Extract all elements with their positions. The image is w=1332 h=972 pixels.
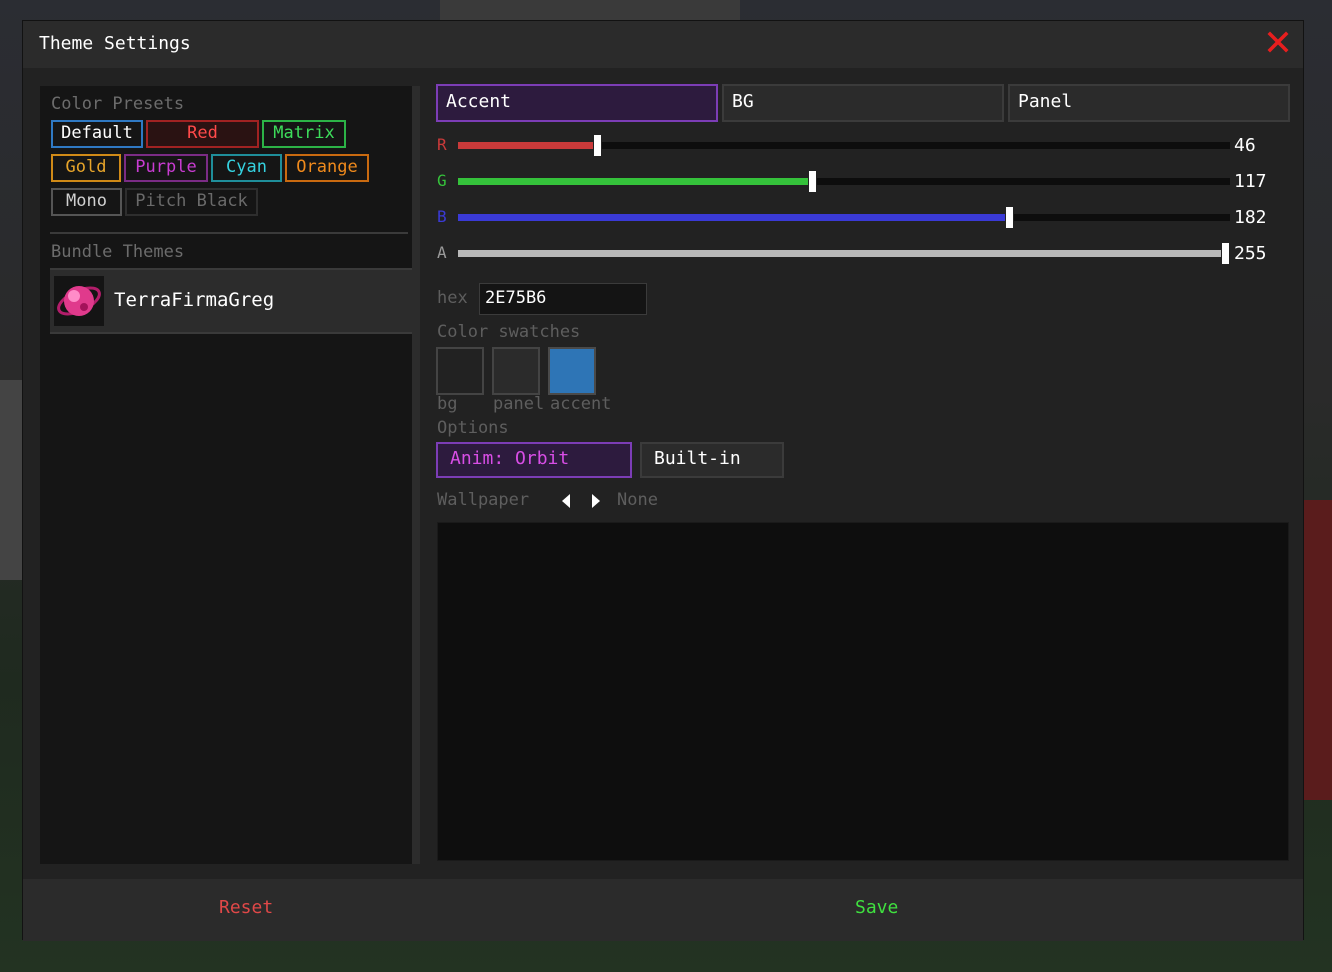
preset-pitch-black-button[interactable]: Pitch Black	[125, 188, 258, 216]
preset-matrix-button[interactable]: Matrix	[262, 120, 346, 148]
preset-orange-button[interactable]: Orange	[285, 154, 369, 182]
swatch-accent-label: accent	[550, 394, 612, 414]
bundle-themes-label: Bundle Themes	[51, 242, 185, 262]
preset-cyan-button[interactable]: Cyan	[211, 154, 282, 182]
slider-a-fill	[458, 250, 1230, 257]
slider-g-label: G	[437, 171, 447, 190]
slider-b-handle[interactable]	[1005, 206, 1015, 229]
preset-default-button[interactable]: Default	[51, 120, 143, 148]
color-swatches-label: Color swatches	[437, 322, 581, 342]
preset-purple-button[interactable]: Purple	[124, 154, 208, 182]
slider-r-fill	[458, 142, 597, 149]
slider-a-label: A	[437, 243, 447, 262]
slider-g-handle[interactable]	[808, 170, 818, 193]
slider-b-value: 182	[1234, 207, 1267, 228]
swatch-accent[interactable]	[548, 347, 596, 395]
tab-panel[interactable]: Panel	[1008, 84, 1290, 122]
swatch-panel-label: panel	[493, 394, 545, 414]
swatch-panel[interactable]	[492, 347, 540, 395]
left-panel-scrollbar[interactable]	[412, 86, 420, 864]
pink-planet-icon	[54, 276, 104, 326]
bundle-theme-item[interactable]: TerraFirmaGreg	[50, 268, 412, 334]
slider-g[interactable]	[458, 170, 1230, 193]
color-presets-label: Color Presets	[51, 94, 185, 114]
section-divider	[50, 232, 408, 234]
slider-r-value: 46	[1234, 135, 1256, 156]
slider-b-fill	[458, 214, 1010, 221]
wallpaper-value: None	[617, 490, 658, 510]
slider-a-value: 255	[1234, 243, 1267, 264]
slider-b-label: B	[437, 207, 447, 226]
slider-g-fill	[458, 178, 813, 185]
preset-mono-button[interactable]: Mono	[51, 188, 122, 216]
window-title: Theme Settings	[39, 33, 191, 54]
slider-g-value: 117	[1234, 171, 1267, 192]
preset-gold-button[interactable]: Gold	[51, 154, 121, 182]
theme-settings-window: Theme Settings Color Presets Default Red…	[22, 20, 1304, 941]
title-bar: Theme Settings	[23, 21, 1303, 68]
slider-a-handle[interactable]	[1221, 242, 1230, 265]
hex-input[interactable]: 2E75B6	[479, 283, 647, 315]
close-icon[interactable]	[1267, 31, 1289, 53]
swatch-bg-label: bg	[437, 394, 458, 414]
tab-bg[interactable]: BG	[722, 84, 1004, 122]
builtin-button[interactable]: Built-in	[640, 442, 784, 478]
reset-button[interactable]: Reset	[219, 897, 273, 918]
swatch-bg[interactable]	[436, 347, 484, 395]
anim-orbit-button[interactable]: Anim: Orbit	[436, 442, 632, 478]
slider-a[interactable]	[458, 242, 1230, 265]
footer-bar: Reset Save	[23, 879, 1303, 941]
preset-red-button[interactable]: Red	[146, 120, 259, 148]
slider-r[interactable]	[458, 134, 1230, 157]
wallpaper-preview	[437, 522, 1289, 861]
save-button[interactable]: Save	[855, 897, 898, 918]
arrow-right-icon[interactable]	[589, 492, 603, 510]
bundle-theme-name: TerraFirmaGreg	[114, 289, 275, 311]
slider-r-label: R	[437, 135, 447, 154]
slider-r-handle[interactable]	[592, 134, 602, 157]
slider-b[interactable]	[458, 206, 1230, 229]
wallpaper-label: Wallpaper	[437, 490, 530, 510]
tab-accent[interactable]: Accent	[436, 84, 718, 122]
left-panel: Color Presets Default Red Matrix Gold Pu…	[40, 86, 420, 864]
arrow-left-icon[interactable]	[559, 492, 573, 510]
hex-label: hex	[437, 288, 468, 308]
options-label: Options	[437, 418, 509, 438]
